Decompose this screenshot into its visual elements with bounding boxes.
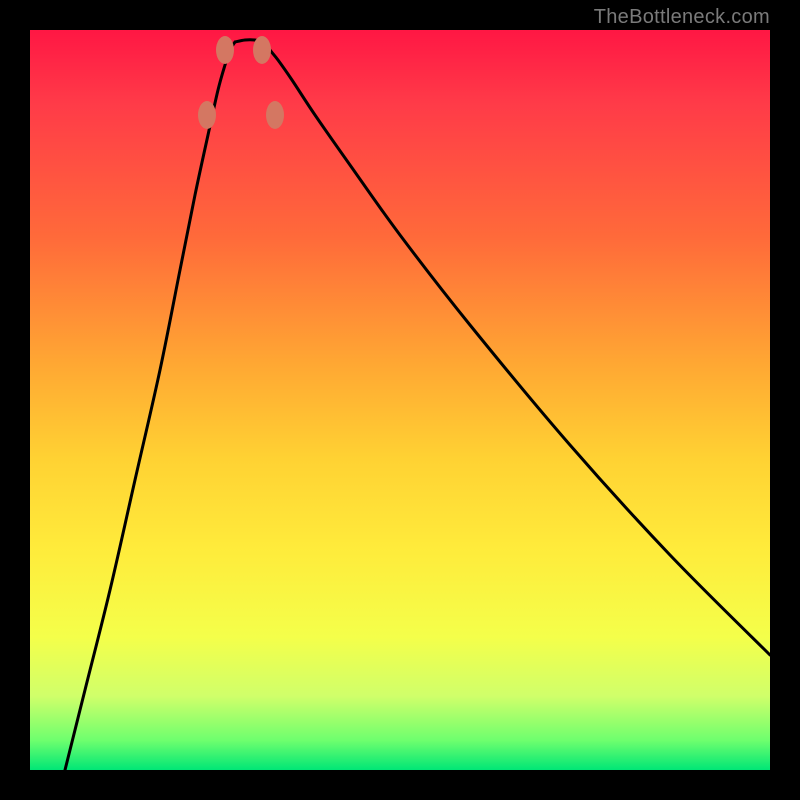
chart-frame: TheBottleneck.com: [0, 0, 800, 800]
plot-area: [30, 30, 770, 770]
watermark-text: TheBottleneck.com: [594, 6, 770, 29]
curve-right-branch: [265, 42, 770, 655]
marker-dot: [216, 36, 234, 64]
chart-svg: [30, 30, 770, 770]
marker-dot: [253, 36, 271, 64]
curve-left-branch: [65, 42, 235, 770]
marker-dot: [198, 101, 216, 129]
marker-dot: [266, 101, 284, 129]
